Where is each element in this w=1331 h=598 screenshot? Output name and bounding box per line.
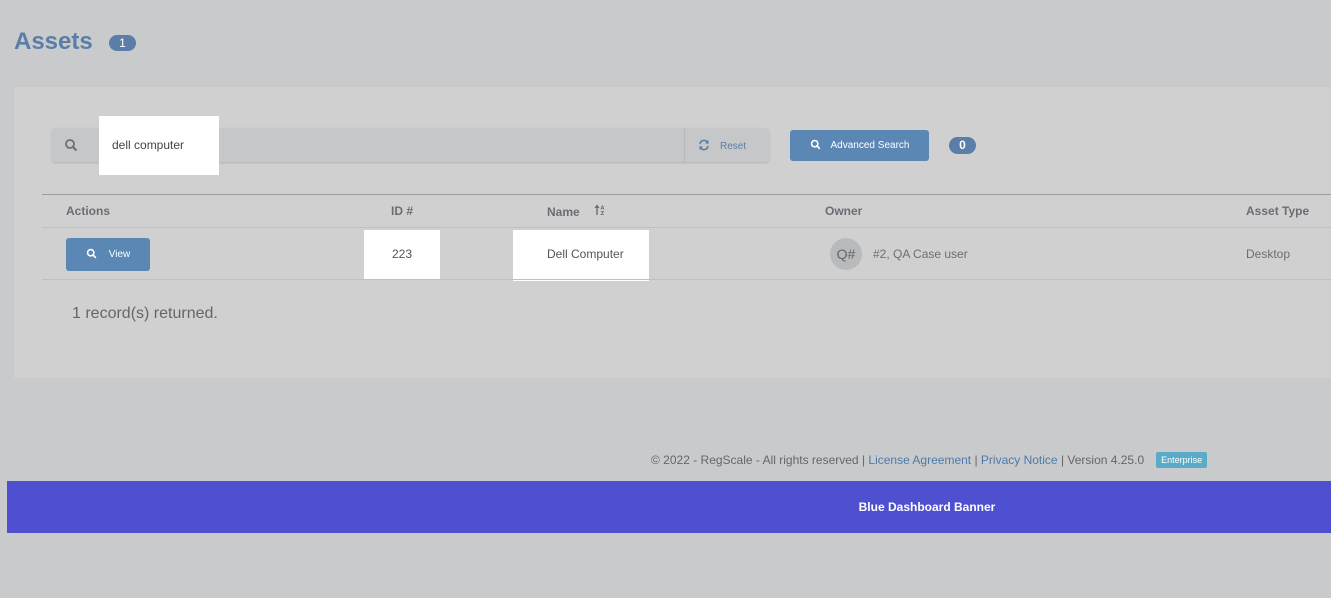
footer-separator: | — [971, 453, 981, 467]
column-header-actions: Actions — [66, 204, 111, 218]
asset-id: 223 — [391, 247, 413, 261]
search-icon — [64, 138, 78, 152]
view-label: View — [108, 249, 131, 260]
version-text: | Version 4.25.0 — [1057, 453, 1145, 467]
page-title: Assets — [14, 28, 93, 55]
advanced-search-label: Advanced Search — [830, 140, 910, 151]
search-icon — [810, 139, 821, 153]
license-agreement-link[interactable]: License Agreement — [868, 453, 971, 467]
owner-avatar: Q# — [830, 238, 862, 270]
owner-name[interactable]: #2, QA Case user — [873, 247, 968, 261]
column-header-owner[interactable]: Owner — [825, 204, 862, 218]
footer: © 2022 - RegScale - All rights reserved … — [651, 452, 1208, 468]
search-input[interactable] — [104, 135, 412, 155]
dashboard-banner: Blue Dashboard Banner — [7, 481, 1331, 533]
records-count: 1 record(s) returned. — [72, 305, 218, 322]
refresh-icon — [698, 139, 710, 154]
reset-button[interactable]: Reset — [698, 138, 746, 154]
header-row-divider — [42, 227, 1331, 228]
banner-text: Blue Dashboard Banner — [858, 500, 996, 514]
search-icon — [86, 248, 97, 262]
advanced-search-button[interactable]: Advanced Search — [790, 130, 929, 161]
asset-type: Desktop — [1246, 247, 1291, 261]
privacy-notice-link[interactable]: Privacy Notice — [981, 453, 1058, 467]
reset-label: Reset — [720, 140, 747, 152]
asset-count-badge: 1 — [109, 35, 136, 51]
svg-text:Z: Z — [600, 211, 604, 216]
edition-badge: Enterprise — [1156, 452, 1208, 468]
copyright-text: © 2022 - RegScale - All rights reserved … — [651, 453, 869, 467]
column-header-asset-type[interactable]: Asset Type — [1246, 204, 1309, 218]
search-divider — [684, 128, 685, 162]
sort-icon[interactable]: A Z — [594, 204, 606, 219]
table-top-border — [42, 194, 1331, 195]
row-divider — [42, 279, 1331, 280]
column-header-id[interactable]: ID # — [391, 204, 413, 218]
view-button[interactable]: View — [66, 238, 150, 271]
column-header-name[interactable]: Name A Z — [547, 204, 606, 219]
filter-count-badge: 0 — [949, 137, 976, 154]
column-header-name-label: Name — [547, 204, 580, 219]
asset-name[interactable]: Dell Computer — [547, 247, 624, 261]
